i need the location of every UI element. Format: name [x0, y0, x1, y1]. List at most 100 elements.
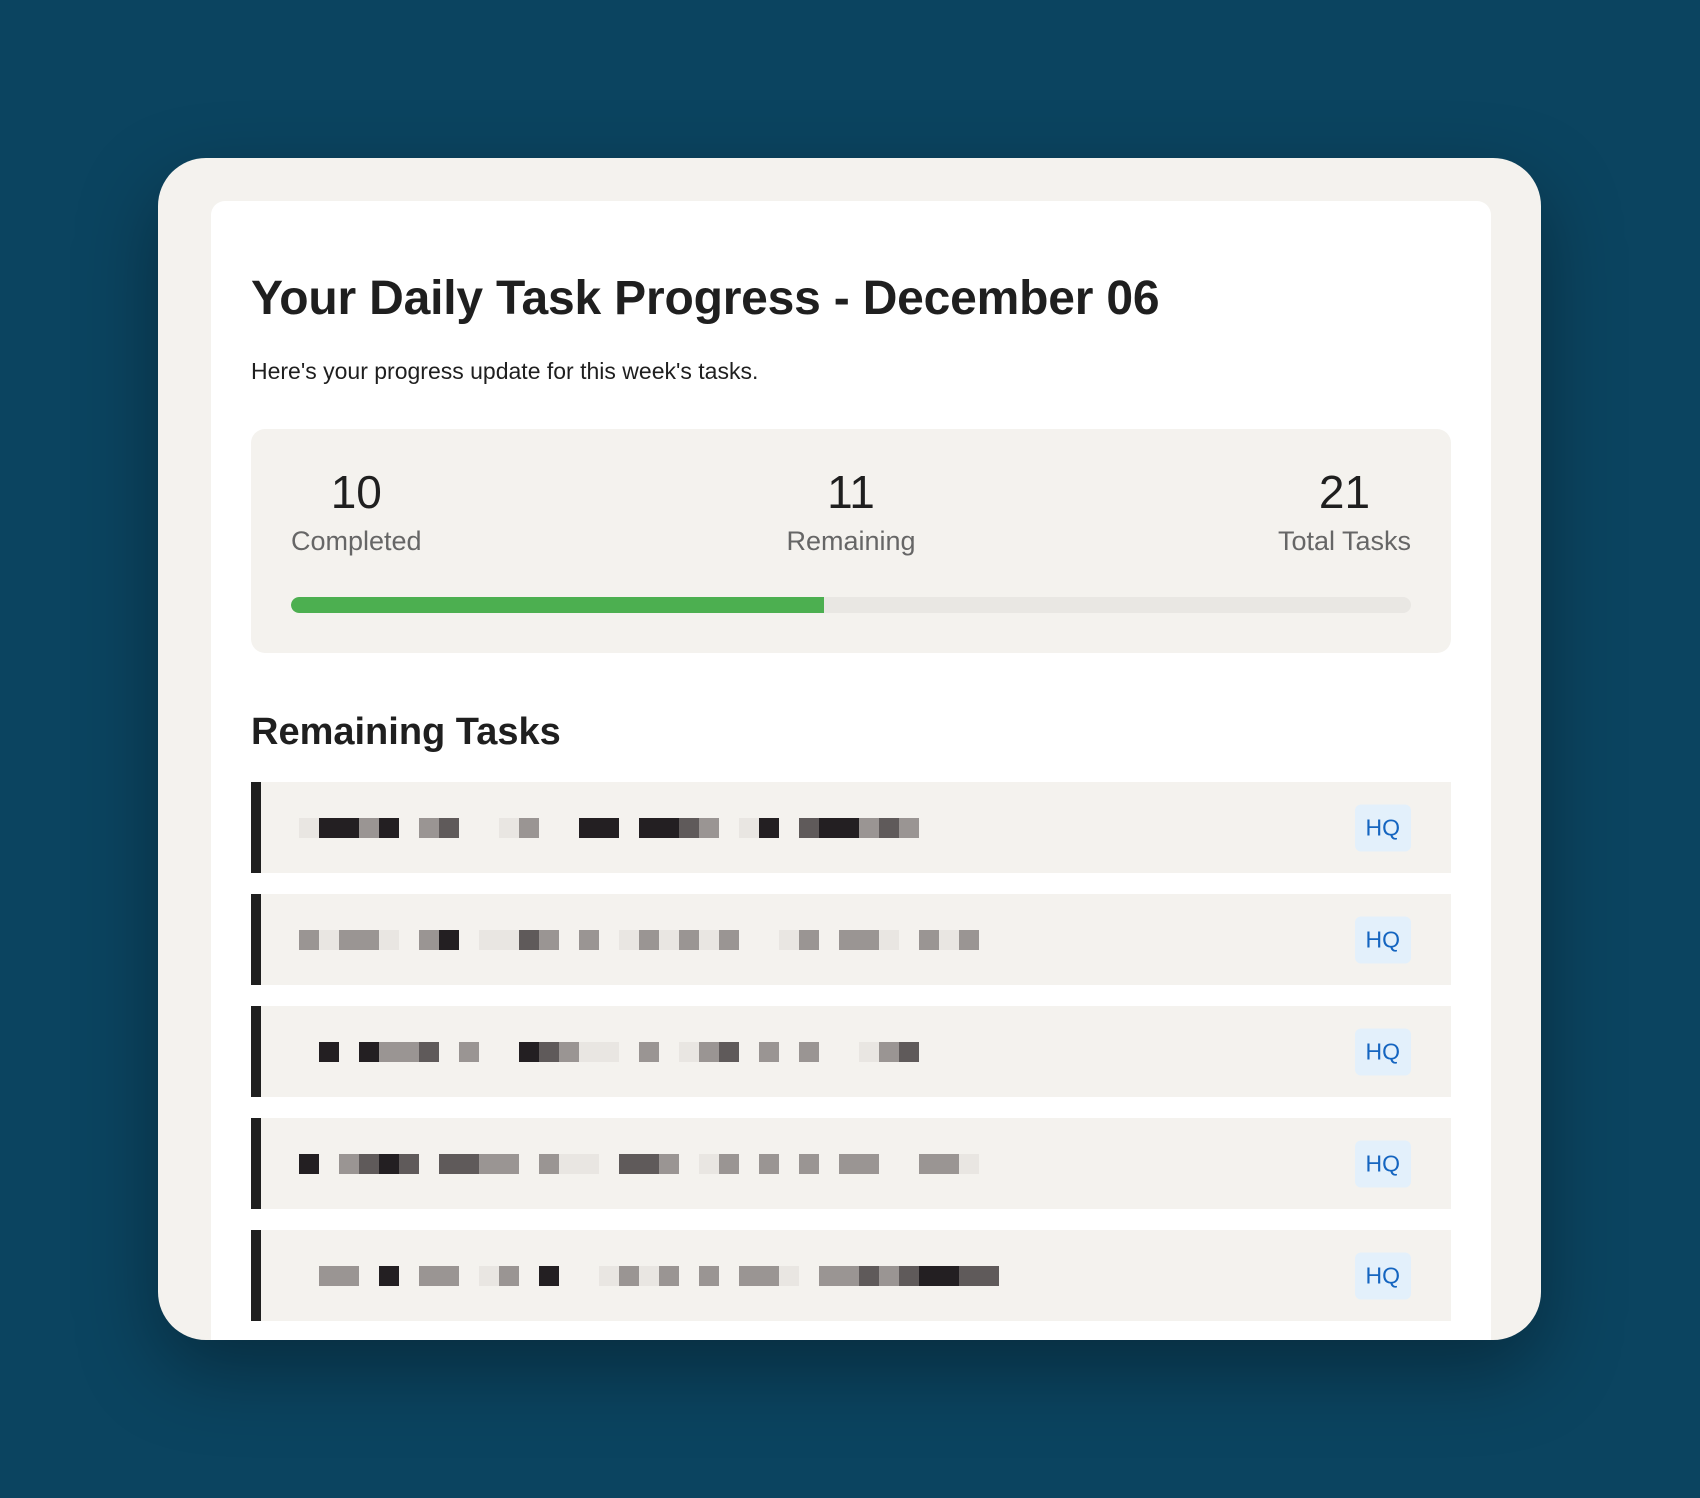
- redaction-pixel: [719, 929, 739, 950]
- redaction-pixel: [439, 817, 459, 838]
- redaction-pixel: [299, 1153, 319, 1174]
- redaction-pixel: [599, 1154, 619, 1174]
- redaction-pixel: [739, 817, 759, 838]
- redaction-pixel: [899, 930, 919, 950]
- redaction-pixel: [379, 817, 399, 838]
- redaction-pixel: [739, 1042, 759, 1062]
- redaction-pixel: [359, 1041, 379, 1062]
- task-item[interactable]: HQ: [251, 1006, 1451, 1097]
- redaction-pixel: [559, 1153, 579, 1174]
- redaction-pixel: [819, 1042, 839, 1062]
- redaction-pixel: [399, 1266, 419, 1286]
- redaction-pixel: [879, 1265, 899, 1286]
- redaction-pixel: [299, 1266, 319, 1286]
- redaction-pixel: [379, 1265, 399, 1286]
- redaction-pixel: [699, 1153, 719, 1174]
- redaction-pixel: [299, 929, 319, 950]
- redaction-pixel: [539, 818, 559, 838]
- redaction-pixel: [539, 1265, 559, 1286]
- task-item[interactable]: HQ: [251, 1230, 1451, 1321]
- redaction-pixel: [979, 1265, 999, 1286]
- redaction-pixel: [399, 1153, 419, 1174]
- redaction-pixel: [319, 1154, 339, 1174]
- redaction-pixel: [359, 1153, 379, 1174]
- redaction-pixel: [579, 1041, 599, 1062]
- redaction-pixel: [839, 1042, 859, 1062]
- redaction-pixel: [819, 1265, 839, 1286]
- redaction-pixel: [779, 1042, 799, 1062]
- redaction-pixel: [499, 1042, 519, 1062]
- task-item[interactable]: HQ: [251, 894, 1451, 985]
- redaction-pixel: [879, 929, 899, 950]
- redaction-pixel: [439, 929, 459, 950]
- redaction-pixel: [419, 929, 439, 950]
- task-text-redacted: [299, 817, 919, 838]
- redaction-pixel: [519, 929, 539, 950]
- redaction-pixel: [379, 1041, 399, 1062]
- redaction-pixel: [379, 929, 399, 950]
- page-title: Your Daily Task Progress - December 06: [251, 272, 1160, 325]
- remaining-label: Remaining: [786, 525, 916, 556]
- task-item[interactable]: HQ: [251, 1118, 1451, 1209]
- redaction-pixel: [739, 1154, 759, 1174]
- redaction-pixel: [419, 1041, 439, 1062]
- redaction-pixel: [399, 930, 419, 950]
- redaction-pixel: [779, 1265, 799, 1286]
- redaction-pixel: [939, 1153, 959, 1174]
- redaction-pixel: [899, 1154, 919, 1174]
- redaction-pixel: [959, 929, 979, 950]
- redaction-pixel: [619, 929, 639, 950]
- redaction-pixel: [959, 1265, 979, 1286]
- redaction-pixel: [559, 1266, 579, 1286]
- redaction-pixel: [499, 817, 519, 838]
- redaction-pixel: [379, 1153, 399, 1174]
- redaction-pixel: [599, 930, 619, 950]
- redaction-pixel: [339, 1042, 359, 1062]
- redaction-pixel: [459, 1153, 479, 1174]
- redaction-pixel: [679, 1154, 699, 1174]
- redaction-pixel: [699, 929, 719, 950]
- redaction-pixel: [659, 817, 679, 838]
- stat-total: 21 Total Tasks: [1278, 467, 1411, 557]
- redaction-pixel: [639, 1041, 659, 1062]
- redaction-pixel: [619, 1042, 639, 1062]
- redaction-pixel: [579, 817, 599, 838]
- redaction-pixel: [659, 1265, 679, 1286]
- location-badge: HQ: [1354, 1252, 1411, 1299]
- redaction-pixel: [299, 817, 319, 838]
- redaction-pixel: [879, 1041, 899, 1062]
- redaction-pixel: [439, 1265, 459, 1286]
- redaction-pixel: [739, 1265, 759, 1286]
- redaction-pixel: [319, 1041, 339, 1062]
- redaction-pixel: [479, 1265, 499, 1286]
- redaction-pixel: [859, 817, 879, 838]
- location-badge: HQ: [1354, 916, 1411, 963]
- redaction-pixel: [839, 929, 859, 950]
- redaction-pixel: [579, 1153, 599, 1174]
- redaction-pixel: [339, 1153, 359, 1174]
- redaction-pixel: [359, 929, 379, 950]
- redaction-pixel: [559, 930, 579, 950]
- progress-bar: [291, 597, 1411, 613]
- redaction-pixel: [919, 1153, 939, 1174]
- redaction-pixel: [639, 1153, 659, 1174]
- redaction-pixel: [459, 930, 479, 950]
- redaction-pixel: [439, 1042, 459, 1062]
- total-count: 21: [1318, 466, 1371, 518]
- redaction-pixel: [839, 1265, 859, 1286]
- redaction-pixel: [599, 817, 619, 838]
- redaction-pixel: [639, 1265, 659, 1286]
- redaction-pixel: [359, 1266, 379, 1286]
- redaction-pixel: [679, 929, 699, 950]
- redaction-pixel: [919, 929, 939, 950]
- redaction-pixel: [499, 1153, 519, 1174]
- task-item[interactable]: HQ: [251, 782, 1451, 873]
- redaction-pixel: [899, 1041, 919, 1062]
- redaction-pixel: [319, 817, 339, 838]
- redaction-pixel: [679, 1041, 699, 1062]
- redaction-pixel: [919, 1042, 939, 1062]
- redaction-pixel: [519, 817, 539, 838]
- email-frame: Your Daily Task Progress - December 06 H…: [158, 158, 1541, 1340]
- redaction-pixel: [419, 1154, 439, 1174]
- redaction-pixel: [799, 817, 819, 838]
